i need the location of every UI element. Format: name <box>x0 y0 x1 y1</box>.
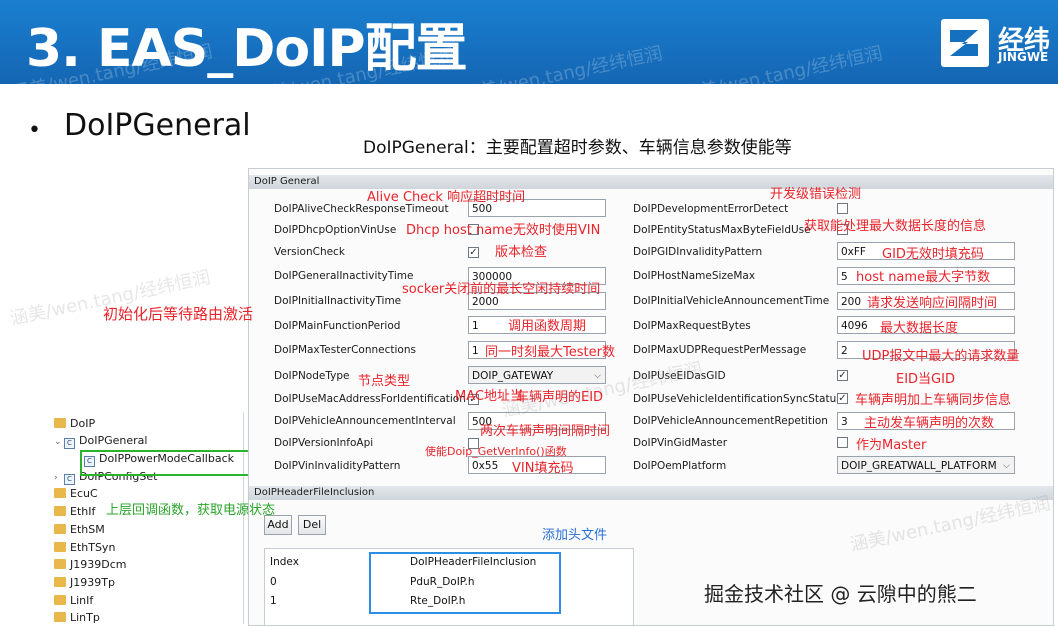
chevron-right-icon[interactable]: › <box>54 470 64 486</box>
param-label: DoIPMaxTesterConnections <box>274 344 416 356</box>
param-label: DoIPVinGidMaster <box>633 437 728 449</box>
section-subtitle: DoIPGeneral：主要配置超时参数、车辆信息参数使能等 <box>363 138 792 158</box>
annotation: 请求发送响应间隔时间 <box>867 296 998 311</box>
folder-icon <box>54 559 66 569</box>
selection-highlight <box>80 450 254 476</box>
tree-item-linif[interactable]: LinIf <box>54 593 93 609</box>
container-icon: C <box>64 474 75 485</box>
tree-item-doip[interactable]: DoIP <box>54 416 95 432</box>
table-cell-index[interactable]: 1 <box>270 595 277 607</box>
folder-icon <box>54 506 66 516</box>
annotation: 两次车辆声明间隔时间 <box>480 424 611 439</box>
module-tree: DoIP ⌄ C DoIPGeneral C DoIPPowerModeCallbac… <box>50 412 244 624</box>
annotation: 上层回调函数，获取电源状态 <box>106 503 276 518</box>
tree-item-j1939tp[interactable]: J1939Tp <box>54 575 115 591</box>
tree-item-ecuc[interactable]: EcuC <box>54 486 98 502</box>
folder-icon <box>54 577 66 587</box>
param-label: DoIPOemPlatform <box>633 460 727 472</box>
folder-icon <box>54 542 66 552</box>
folder-icon <box>54 524 66 534</box>
annotation: 添加头文件 <box>542 528 608 543</box>
annotation: UDP报文中最大的请求数量 <box>862 349 1020 364</box>
annotation: 获取能处理最大数据长度的信息 <box>804 219 987 234</box>
param-label: DoIPInitialInactivityTime <box>274 295 402 307</box>
annotation: Alive Check 响应超时时间 <box>367 190 526 205</box>
folder-icon <box>54 418 66 428</box>
bullet-marker: • <box>28 118 41 143</box>
param-label: VersionCheck <box>274 246 345 258</box>
param-label: DoIPMainFunctionPeriod <box>274 320 401 332</box>
tree-item-ethif[interactable]: EthIf <box>54 504 95 520</box>
oem-platform-select[interactable]: DOIP_GREATWALL_PLATFORM ⌵ <box>837 456 1015 474</box>
use-eid-as-gid-checkbox[interactable]: ✓ <box>837 370 848 381</box>
tree-item-doipgeneral[interactable]: ⌄ C DoIPGeneral <box>54 433 147 449</box>
development-error-detect-checkbox[interactable] <box>837 203 848 214</box>
annotation: 调用函数周期 <box>508 319 587 334</box>
folder-icon <box>54 488 66 498</box>
param-label: DoIPMaxRequestBytes <box>633 320 751 332</box>
annotation: 节点类型 <box>358 374 411 389</box>
annotation: 最大数据长度 <box>880 321 959 336</box>
annotation: 版本检查 <box>495 245 548 260</box>
annotation: 初始化后等待路由激活 <box>103 305 254 323</box>
section-bar-header-inclusion: DoIPHeaderFileInclusion <box>249 486 1053 500</box>
annotation: MAC地址当 <box>455 389 523 404</box>
company-logo-subtext: JINGWE <box>998 50 1049 64</box>
annotation: 同一时刻最大Tester数 <box>485 345 615 360</box>
param-label: DoIPUseMacAddressForIdentification <box>274 393 466 405</box>
table-cell-index[interactable]: 0 <box>270 576 277 588</box>
annotation: VIN填充码 <box>512 461 574 476</box>
header-file-highlight <box>369 552 561 614</box>
annotation: socker关闭前的最长空闲持续时间 <box>402 282 601 297</box>
annotation: 开发级错误检测 <box>770 187 862 202</box>
company-logo-icon <box>941 19 989 67</box>
param-label: DoIPInitialVehicleAnnouncementTime <box>633 295 830 307</box>
version-check-checkbox[interactable]: ✓ <box>468 247 479 258</box>
annotation: 车辆声明加上车辆同步信息 <box>855 393 1012 408</box>
vin-gid-master-checkbox[interactable] <box>837 437 848 448</box>
annotation: 作为Master <box>856 438 927 453</box>
param-label: DoIPMaxUDPRequestPerMessage <box>633 344 807 356</box>
table-header-index: Index <box>270 556 299 568</box>
param-label: DoIPVersionInfoApi <box>274 437 374 449</box>
page-title: 3. EAS_DoIP配置 <box>26 19 468 79</box>
annotation: 主动发车辆声明的次数 <box>864 416 995 431</box>
param-label: DoIPUseVehicleIdentificationSyncStatus <box>633 393 842 405</box>
tree-item-j1939dcm[interactable]: J1939Dcm <box>54 557 126 573</box>
add-button[interactable]: Add <box>264 515 292 535</box>
chevron-down-icon: ⌵ <box>1003 461 1010 471</box>
folder-icon <box>54 612 66 622</box>
tree-item-ethtsyn[interactable]: EthTSyn <box>54 540 115 556</box>
param-label: DoIPDhcpOptionVinUse <box>274 224 397 236</box>
param-label: DoIPNodeType <box>274 370 350 382</box>
folder-icon <box>54 595 66 605</box>
param-label: DoIPGIDInvalidityPattern <box>633 246 763 258</box>
param-label: DoIPDevelopmentErrorDetect <box>633 203 789 215</box>
use-vehicle-id-sync-status-checkbox[interactable]: ✓ <box>837 393 848 404</box>
chevron-down-icon[interactable]: ⌄ <box>54 434 64 450</box>
delete-button[interactable]: Del <box>298 515 326 535</box>
param-label: DoIPEntityStatusMaxByteFieldUse <box>633 224 811 236</box>
section-heading: DoIPGeneral <box>64 108 251 143</box>
annotation: Dhcp host name无效时使用VIN <box>406 223 601 238</box>
tree-item-ethsm[interactable]: EthSM <box>54 522 105 538</box>
param-label: DoIPVehicleAnnouncementInterval <box>274 415 456 427</box>
param-label: DoIPVehicleAnnouncementRepetition <box>633 415 828 427</box>
annotation: GID无效时填充码 <box>882 247 984 262</box>
container-icon: C <box>64 438 75 449</box>
annotation: EID当GID <box>896 372 955 387</box>
param-label: DoIPGeneralInactivityTime <box>274 270 414 282</box>
param-label: DoIPHostNameSizeMax <box>633 270 756 282</box>
footer-credit: 掘金技术社区 @ 云隙中的熊二 <box>704 582 977 606</box>
annotation: 车辆声明的EID <box>516 390 604 405</box>
annotation: host name最大字节数 <box>856 270 991 285</box>
param-label: DoIPVinInvalidityPattern <box>274 460 401 472</box>
